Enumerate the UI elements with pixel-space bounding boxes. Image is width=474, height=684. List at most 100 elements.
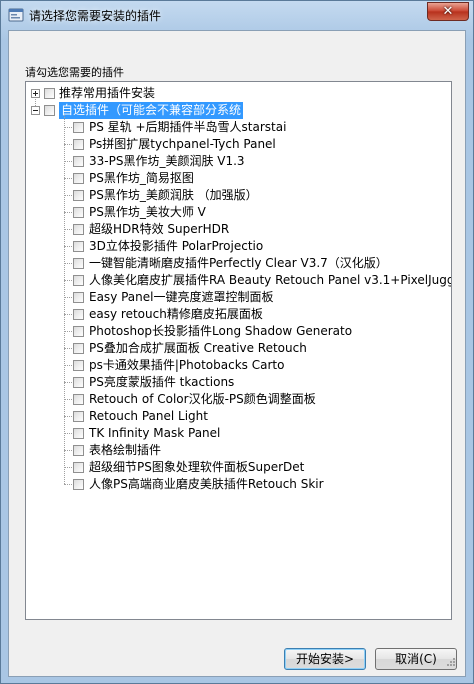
plugin-item[interactable]: Photoshop长投影插件Long Shadow Generato xyxy=(26,323,451,340)
tree-group-0[interactable]: 推荐常用插件安装 xyxy=(26,85,451,102)
close-button[interactable]: ✕ xyxy=(427,2,469,21)
plugin-item[interactable]: PS黑作坊_美妆大师 V xyxy=(26,204,451,221)
plugin-checkbox[interactable] xyxy=(73,258,84,269)
plugin-checkbox[interactable] xyxy=(73,343,84,354)
plugin-checkbox[interactable] xyxy=(73,360,84,371)
tree-connector xyxy=(64,246,72,247)
plugin-checkbox[interactable] xyxy=(73,479,84,490)
plugin-label: PS亮度蒙版插件 tkactions xyxy=(89,375,235,389)
plugin-label: 表格绘制插件 xyxy=(89,443,162,457)
plugin-label: Retouch of Color汉化版-PS颜色调整面板 xyxy=(89,392,316,406)
tree-connector xyxy=(64,263,72,264)
tree-connector xyxy=(64,450,72,451)
plugin-label: 33-PS黑作坊_美颜润肤 V1.3 xyxy=(89,154,245,168)
tree-connector xyxy=(64,161,72,162)
plugin-item[interactable]: PS亮度蒙版插件 tkactions xyxy=(26,374,451,391)
tree-group-label: 自选插件（可能会不兼容部分系统 xyxy=(59,102,244,119)
close-icon: ✕ xyxy=(442,4,454,19)
plugin-item[interactable]: PS 星轨 +后期插件半岛雪人starstai xyxy=(26,119,451,136)
plugin-label: 人像PS高端商业磨皮美肤插件Retouch Skir xyxy=(89,477,324,491)
plugin-item[interactable]: Retouch of Color汉化版-PS颜色调整面板 xyxy=(26,391,451,408)
plugin-label: 超级细节PS图象处理软件面板SuperDet xyxy=(89,460,305,474)
plugin-item[interactable]: 33-PS黑作坊_美颜润肤 V1.3 xyxy=(26,153,451,170)
plugin-item[interactable]: Retouch Panel Light xyxy=(26,408,451,425)
expand-icon[interactable] xyxy=(31,89,40,98)
tree-connector xyxy=(64,195,72,196)
plugin-item[interactable]: TK Infinity Mask Panel xyxy=(26,425,451,442)
plugin-label: 人像美化磨皮扩展插件RA Beauty Retouch Panel v3.1+P… xyxy=(89,273,452,287)
tree-connector xyxy=(64,365,72,366)
installer-window: 请选择您需要安装的插件 ✕ 请勾选您需要的插件 推荐常用插件安装 自选插件（可能会… xyxy=(0,0,474,684)
plugin-checkbox[interactable] xyxy=(73,462,84,473)
tree-connector xyxy=(64,297,72,298)
tree-connector xyxy=(64,331,72,332)
plugin-label: Ps拼图扩展tychpanel-Tych Panel xyxy=(89,137,276,151)
plugin-item[interactable]: Easy Panel一键亮度遮罩控制面板 xyxy=(26,289,451,306)
title-bar[interactable]: 请选择您需要安装的插件 ✕ xyxy=(1,1,473,29)
tree-connector xyxy=(64,484,72,485)
plugin-item[interactable]: 人像PS高端商业磨皮美肤插件Retouch Skir xyxy=(26,476,451,493)
plugin-label: PS黑作坊_美颜润肤 （加强版） xyxy=(89,188,258,202)
plugin-checkbox[interactable] xyxy=(73,241,84,252)
tree-group-label: 推荐常用插件安装 xyxy=(59,86,156,100)
plugin-checkbox[interactable] xyxy=(73,156,84,167)
plugin-checkbox[interactable] xyxy=(73,326,84,337)
plugin-item[interactable]: 一键智能清晰磨皮插件Perfectly Clear V3.7（汉化版） xyxy=(26,255,451,272)
plugin-item[interactable]: 超级细节PS图象处理软件面板SuperDet xyxy=(26,459,451,476)
plugin-item[interactable]: Ps拼图扩展tychpanel-Tych Panel xyxy=(26,136,451,153)
plugin-checkbox[interactable] xyxy=(73,428,84,439)
plugin-label: easy retouch精修磨皮拓展面板 xyxy=(89,307,263,321)
plugin-item[interactable]: 人像美化磨皮扩展插件RA Beauty Retouch Panel v3.1+P… xyxy=(26,272,451,289)
tree-connector xyxy=(64,280,72,281)
plugin-item[interactable]: 表格绘制插件 xyxy=(26,442,451,459)
tree-connector xyxy=(64,433,72,434)
tree-connector xyxy=(64,212,72,213)
start-install-button[interactable]: 开始安装> xyxy=(284,648,366,670)
plugin-label: Easy Panel一键亮度遮罩控制面板 xyxy=(89,290,274,304)
plugin-label: PS黑作坊_简易抠图 xyxy=(89,171,194,185)
tree-connector xyxy=(64,382,72,383)
plugin-checkbox[interactable] xyxy=(73,122,84,133)
plugin-checkbox[interactable] xyxy=(73,411,84,422)
plugin-label: PS黑作坊_美妆大师 V xyxy=(89,205,206,219)
tree-connector xyxy=(64,416,72,417)
plugin-checkbox[interactable] xyxy=(73,207,84,218)
plugin-item[interactable]: ps卡通效果插件|Photobacks Carto xyxy=(26,357,451,374)
plugin-item[interactable]: 3D立体投影插件 PolarProjectio xyxy=(26,238,451,255)
plugin-checkbox[interactable] xyxy=(73,394,84,405)
tree-connector xyxy=(64,178,72,179)
plugin-checkbox[interactable] xyxy=(73,309,84,320)
group-checkbox[interactable] xyxy=(44,88,55,99)
plugin-item[interactable]: easy retouch精修磨皮拓展面板 xyxy=(26,306,451,323)
plugin-label: ps卡通效果插件|Photobacks Carto xyxy=(89,358,285,372)
tree-connector xyxy=(64,229,72,230)
collapse-icon[interactable] xyxy=(31,106,40,115)
plugin-checkbox[interactable] xyxy=(73,275,84,286)
plugin-label: PS 星轨 +后期插件半岛雪人starstai xyxy=(89,120,287,134)
plugin-item[interactable]: PS叠加合成扩展面板 Creative Retouch xyxy=(26,340,451,357)
tree-connector xyxy=(64,144,72,145)
plugin-checkbox[interactable] xyxy=(73,224,84,235)
tree-connector xyxy=(64,399,72,400)
plugin-label: Photoshop长投影插件Long Shadow Generato xyxy=(89,324,353,338)
plugin-checkbox[interactable] xyxy=(73,292,84,303)
group-checkbox[interactable] xyxy=(44,105,55,116)
window-title: 请选择您需要安装的插件 xyxy=(29,9,162,23)
plugin-tree[interactable]: 推荐常用插件安装自选插件（可能会不兼容部分系统 PS 星轨 +后期插件半岛雪人st… xyxy=(25,81,452,620)
plugin-checkbox[interactable] xyxy=(73,445,84,456)
plugin-label: 3D立体投影插件 PolarProjectio xyxy=(89,239,264,253)
plugin-label: 超级HDR特效 SuperHDR xyxy=(89,222,230,236)
plugin-checkbox[interactable] xyxy=(73,190,84,201)
plugin-label: Retouch Panel Light xyxy=(89,409,208,423)
dialog-body: 请勾选您需要的插件 推荐常用插件安装 自选插件（可能会不兼容部分系统 PS 星轨 +… xyxy=(8,30,466,677)
plugin-checkbox[interactable] xyxy=(73,139,84,150)
tree-group-1[interactable]: 自选插件（可能会不兼容部分系统 xyxy=(26,102,451,119)
plugin-item[interactable]: PS黑作坊_美颜润肤 （加强版） xyxy=(26,187,451,204)
plugin-item[interactable]: 超级HDR特效 SuperHDR xyxy=(26,221,451,238)
plugin-checkbox[interactable] xyxy=(73,377,84,388)
plugin-item[interactable]: PS黑作坊_简易抠图 xyxy=(26,170,451,187)
app-icon xyxy=(8,8,24,22)
resize-grip-icon[interactable] xyxy=(445,656,455,666)
plugin-checkbox[interactable] xyxy=(73,173,84,184)
tree-connector xyxy=(64,314,72,315)
